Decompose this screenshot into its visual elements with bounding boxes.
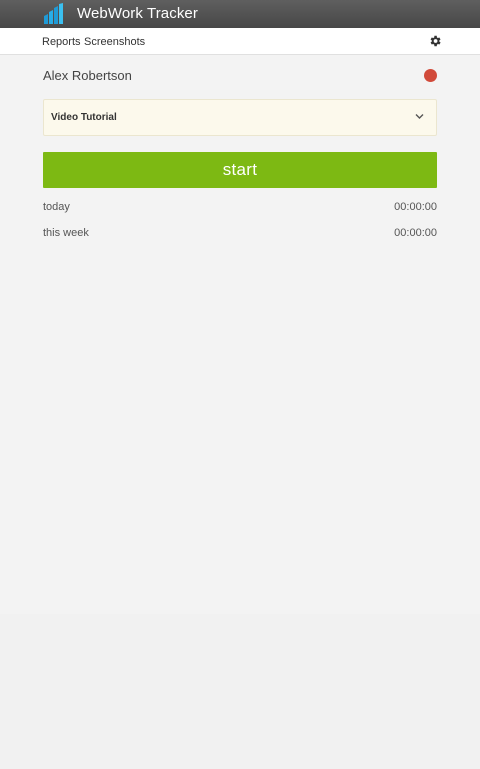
week-time: 00:00:00: [394, 227, 437, 239]
week-label: this week: [43, 227, 89, 239]
start-button[interactable]: start: [43, 152, 437, 188]
user-name: Alex Robertson: [43, 68, 132, 83]
status-indicator: [424, 69, 437, 82]
webwork-logo-icon: [44, 3, 63, 24]
chevron-down-icon: [415, 114, 424, 119]
today-label: today: [43, 201, 70, 213]
project-select-value: Video Tutorial: [51, 112, 117, 123]
title-bar: WebWork Tracker: [0, 0, 480, 28]
nav-screenshots-link[interactable]: Screenshots: [84, 36, 145, 48]
empty-area: [0, 614, 480, 769]
app-title: WebWork Tracker: [77, 5, 198, 22]
today-time: 00:00:00: [394, 201, 437, 213]
gear-icon[interactable]: [428, 34, 442, 48]
project-select[interactable]: Video Tutorial: [43, 99, 437, 136]
app-window: WebWork Tracker Reports Screenshots Alex…: [0, 0, 480, 769]
nav-reports-link[interactable]: Reports: [42, 36, 81, 48]
nav-bar: Reports Screenshots: [0, 28, 480, 55]
